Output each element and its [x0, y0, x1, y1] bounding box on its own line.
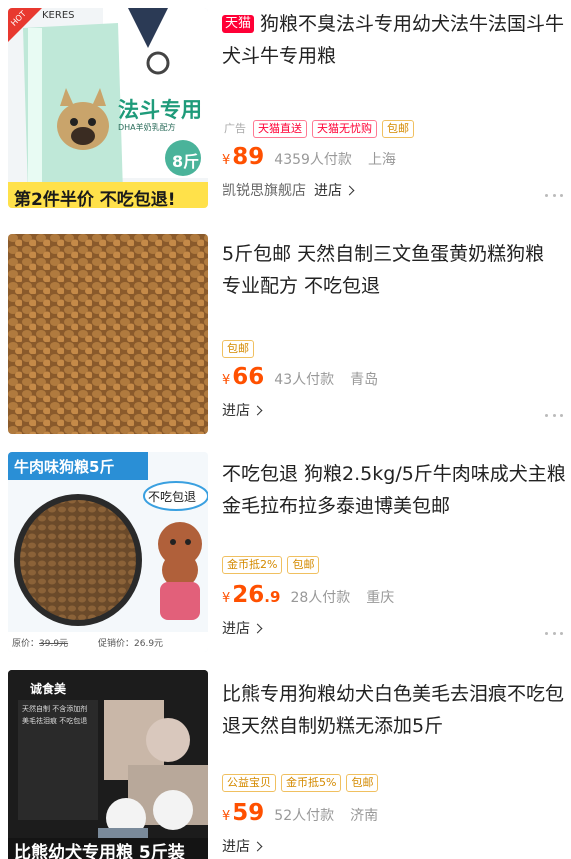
chevron-right-icon — [252, 623, 263, 633]
price-row: ¥ 89 4359人付款 上海 — [222, 144, 396, 170]
product-image[interactable]: 牛肉味狗粮5斤 不吃包退 原价：39.9元 促销价：26.9元 — [8, 452, 208, 652]
location: 济南 — [350, 808, 379, 824]
shop-name: 凯锐思旗舰店 — [222, 183, 306, 199]
image-bubble: 不吃包退 — [148, 490, 197, 504]
more-icon[interactable] — [545, 632, 563, 636]
currency-symbol: ¥ — [222, 809, 231, 824]
product-info: 5斤包邮 天然自制三文鱼蛋黄奶糕狗粮 专业配方 不吃包退 包邮 ¥ 66 43人… — [222, 234, 567, 419]
tag-row: 广告 天猫直送 天猫无忧购 包邮 — [222, 120, 414, 138]
shop-row[interactable]: 进店 — [222, 618, 263, 638]
product-image[interactable]: 诚食美 天然自制 不含添加剂 美毛祛泪痕 不吃包退 比熊幼犬专用粮 5斤装 — [8, 670, 208, 859]
sub-label: DHA羊奶乳配方 — [118, 123, 176, 132]
product-title[interactable]: 天猫 狗粮不臭法斗专用幼犬法牛法国斗牛犬斗牛专用粮 — [222, 8, 567, 72]
enter-shop-link[interactable]: 进店 — [222, 836, 250, 856]
product-info: 比熊专用狗粮幼犬白色美毛去泪痕不吃包退天然自制奶糕无添加5斤 公益宝贝 金币抵5… — [222, 670, 567, 855]
more-icon[interactable] — [545, 414, 563, 418]
currency-symbol: ¥ — [222, 591, 231, 606]
headline-label: 法斗专用 — [118, 98, 202, 122]
product-photo-4 — [8, 670, 208, 859]
tag: 包邮 — [222, 340, 254, 358]
product-title-text: 比熊专用狗粮幼犬白色美毛去泪痕不吃包退天然自制奶糕无添加5斤 — [222, 683, 565, 737]
product-title[interactable]: 5斤包邮 天然自制三文鱼蛋黄奶糕狗粮 专业配方 不吃包退 — [222, 238, 567, 302]
tag: 天猫直送 — [253, 120, 307, 138]
product-photo-2 — [8, 234, 208, 434]
currency-symbol: ¥ — [222, 153, 231, 168]
location: 青岛 — [350, 372, 379, 388]
price: 59 — [232, 800, 265, 826]
tag-row: 包邮 — [222, 340, 254, 358]
tag: 包邮 — [382, 120, 414, 138]
product-title-text: 不吃包退 狗粮2.5kg/5斤牛肉味成犬主粮金毛拉布拉多泰迪博美包邮 — [222, 463, 566, 517]
price: 66 — [232, 364, 265, 390]
chevron-right-icon — [252, 405, 263, 415]
price-row: ¥ 66 43人付款 青岛 — [222, 364, 378, 390]
location: 重庆 — [366, 590, 395, 606]
product-image[interactable]: HOT KERES 法斗专用 DHA羊奶乳配方 8斤 第2件半价 不吃包退! — [8, 8, 208, 208]
sales-count: 28人付款 — [290, 590, 351, 606]
promo-banner: 第2件半价 不吃包退! — [14, 190, 176, 208]
product-image[interactable] — [8, 234, 208, 434]
product-list: HOT KERES 法斗专用 DHA羊奶乳配方 8斤 第2件半价 不吃包退! 天… — [0, 0, 571, 859]
chevron-right-icon — [252, 841, 263, 851]
tmall-badge: 天猫 — [222, 15, 255, 33]
image-bottom-text: 比熊幼犬专用粮 5斤装 — [14, 843, 185, 859]
shop-row[interactable]: 进店 — [222, 400, 263, 420]
brand-logo: 诚食美 — [30, 682, 67, 696]
sales-count: 52人付款 — [274, 808, 335, 824]
tag: 天猫无忧购 — [312, 120, 377, 138]
brand-label: KERES — [42, 10, 75, 21]
shop-row[interactable]: 进店 — [222, 836, 263, 856]
product-info: 不吃包退 狗粮2.5kg/5斤牛肉味成犬主粮金毛拉布拉多泰迪博美包邮 金币抵2%… — [222, 452, 567, 637]
enter-shop-link[interactable]: 进店 — [222, 400, 250, 420]
price-decimal: .9 — [264, 588, 281, 606]
product-title-text: 5斤包邮 天然自制三文鱼蛋黄奶糕狗粮 专业配方 不吃包退 — [222, 243, 545, 297]
product-title[interactable]: 不吃包退 狗粮2.5kg/5斤牛肉味成犬主粮金毛拉布拉多泰迪博美包邮 — [222, 458, 567, 522]
tag-row: 公益宝贝 金币抵5% 包邮 — [222, 774, 379, 792]
image-text-1: 天然自制 不含添加剂 — [22, 705, 88, 713]
sales-count: 43人付款 — [274, 372, 335, 388]
product-photo-3 — [8, 452, 208, 652]
tag: 金币抵5% — [281, 774, 342, 792]
price: 89 — [232, 144, 265, 170]
tag: 包邮 — [287, 556, 320, 574]
price-row: ¥ 26 .9 28人付款 重庆 — [222, 582, 394, 608]
price-row: ¥ 59 52人付款 济南 — [222, 800, 378, 826]
product-card[interactable]: 诚食美 天然自制 不含添加剂 美毛祛泪痕 不吃包退 比熊幼犬专用粮 5斤装 比熊… — [0, 670, 571, 859]
weight-label: 8斤 — [172, 152, 200, 171]
product-info: 天猫 狗粮不臭法斗专用幼犬法牛法国斗牛犬斗牛专用粮 广告 天猫直送 天猫无忧购 包… — [222, 8, 567, 199]
product-card[interactable]: 5斤包邮 天然自制三文鱼蛋黄奶糕狗粮 专业配方 不吃包退 包邮 ¥ 66 43人… — [0, 234, 571, 452]
currency-symbol: ¥ — [222, 373, 231, 388]
price: 26 — [232, 582, 265, 608]
enter-shop-link[interactable]: 进店 — [314, 180, 342, 200]
product-title[interactable]: 比熊专用狗粮幼犬白色美毛去泪痕不吃包退天然自制奶糕无添加5斤 — [222, 678, 567, 742]
tag-row: 金币抵2% 包邮 — [222, 556, 320, 574]
promo-price: 促销价：26.9元 — [98, 639, 164, 649]
enter-shop-link[interactable]: 进店 — [222, 618, 250, 638]
chevron-right-icon — [344, 185, 355, 195]
tag: 包邮 — [346, 774, 379, 792]
more-icon[interactable] — [545, 194, 563, 198]
orig-price: 原价：39.9元 — [12, 639, 69, 649]
product-title-text: 狗粮不臭法斗专用幼犬法牛法国斗牛犬斗牛专用粮 — [222, 13, 565, 67]
image-text-2: 美毛祛泪痕 不吃包退 — [22, 717, 88, 725]
product-card[interactable]: 牛肉味狗粮5斤 不吃包退 原价：39.9元 促销价：26.9元 不吃包退 狗粮2… — [0, 452, 571, 670]
image-header: 牛肉味狗粮5斤 — [14, 458, 115, 476]
ad-label: 广告 — [224, 122, 246, 135]
sales-count: 4359人付款 — [274, 152, 352, 168]
product-card[interactable]: HOT KERES 法斗专用 DHA羊奶乳配方 8斤 第2件半价 不吃包退! 天… — [0, 8, 571, 226]
tag: 公益宝贝 — [222, 774, 276, 792]
location: 上海 — [367, 152, 396, 168]
tag: 金币抵2% — [222, 556, 283, 574]
shop-row[interactable]: 凯锐思旗舰店 进店 — [222, 180, 355, 200]
